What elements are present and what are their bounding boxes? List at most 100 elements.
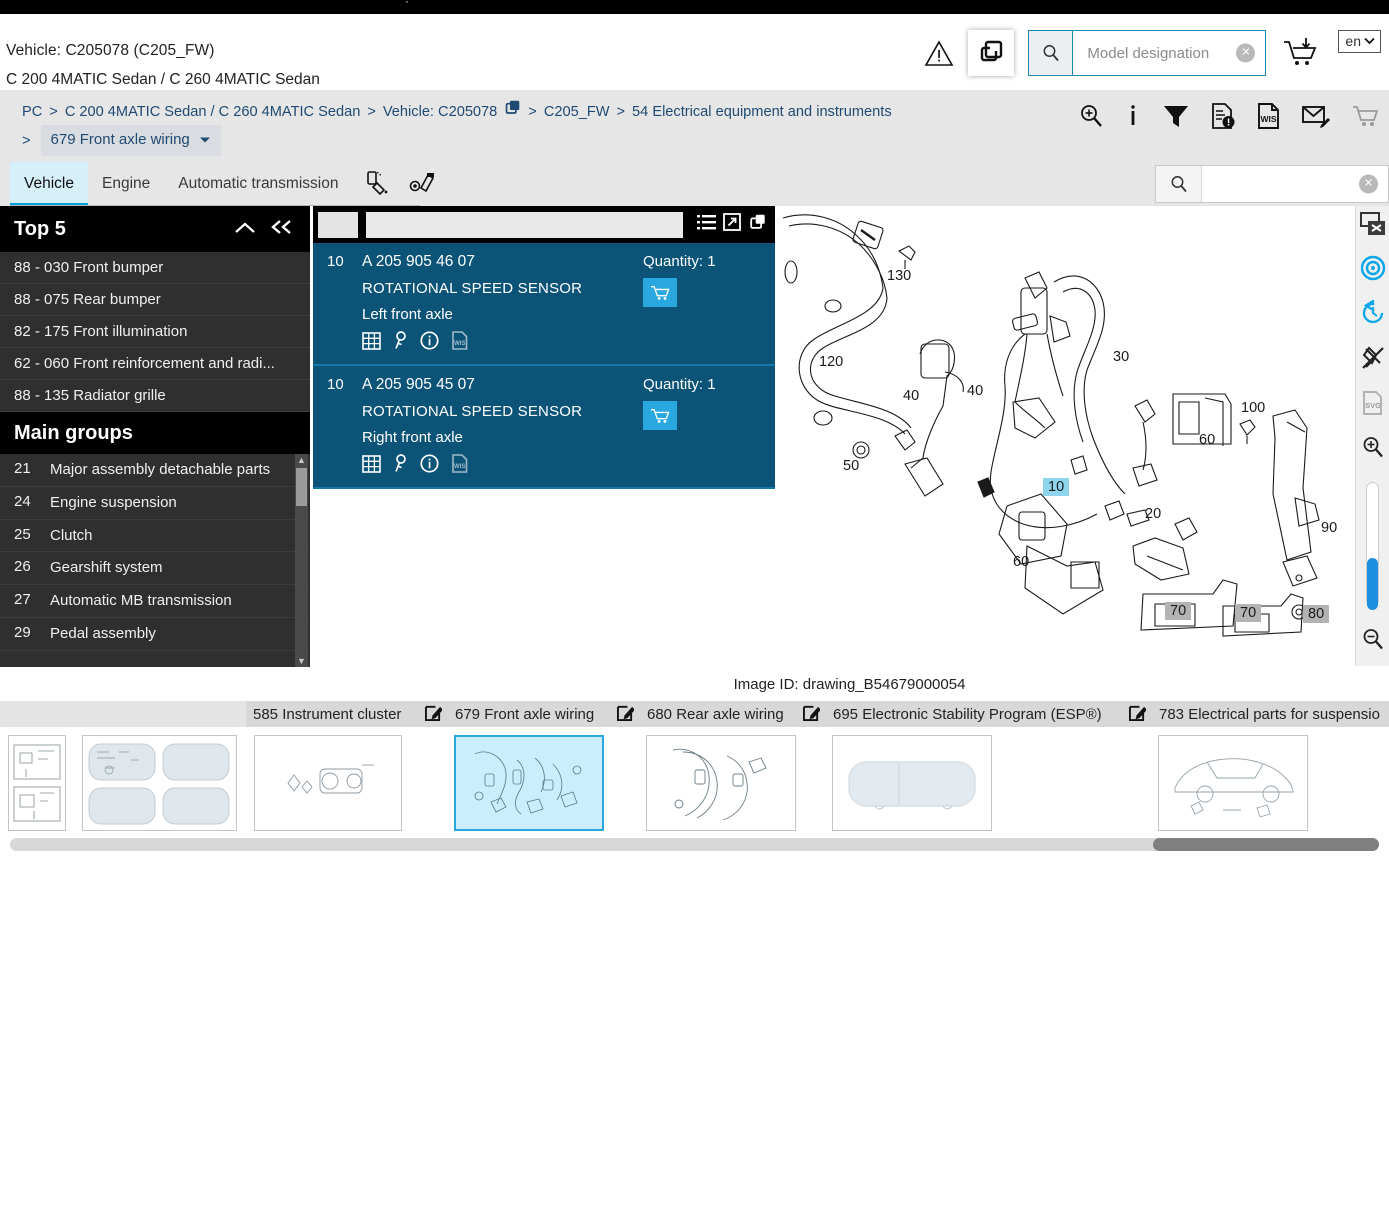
clear-x-icon[interactable]: ✕ (1236, 43, 1256, 63)
zoom-in-icon[interactable] (1078, 103, 1104, 129)
drawing-callout[interactable]: 90 (1321, 520, 1337, 536)
table-grid-icon[interactable] (362, 454, 381, 478)
wis-document-icon[interactable]: WIS (451, 454, 468, 478)
thumbnail-image[interactable] (82, 735, 237, 831)
drawing-callout[interactable]: 100 (1241, 400, 1265, 416)
drawing-callout[interactable]: 40 (967, 383, 983, 399)
wis-document-icon[interactable]: WIS (1256, 102, 1281, 130)
drawing-callout[interactable]: 120 (819, 354, 843, 370)
zoom-in-icon[interactable] (1361, 435, 1385, 464)
tab-automatic-transmission[interactable]: Automatic transmission (164, 162, 352, 206)
close-window-icon[interactable] (1359, 212, 1386, 241)
sidebar-top5-item[interactable]: 88 - 135 Radiator grille (0, 380, 310, 412)
thumbnail-item[interactable] (74, 701, 246, 831)
drawing-callout[interactable]: 70 (1235, 604, 1262, 622)
model-search[interactable]: Model designation ✕ (1028, 30, 1267, 76)
tab-engine[interactable]: Engine (88, 162, 164, 206)
sidebar-group-item[interactable]: 24 Engine suspension (0, 487, 310, 520)
drawing-callout[interactable]: 70 (1165, 602, 1192, 620)
target-focus-icon[interactable] (1360, 255, 1386, 286)
sidebar-group-item[interactable]: 26 Gearshift system (0, 552, 310, 586)
thumbnail-item[interactable]: 783 Electrical parts for suspensio (1152, 701, 1389, 831)
thumbnail-item[interactable]: 695 Electronic Stability Program (ESP®) (826, 701, 1152, 831)
drawing-callout[interactable]: 60 (1199, 432, 1215, 448)
thumbnail-image[interactable] (1158, 735, 1308, 831)
horizontal-scrollbar-thumb[interactable] (1153, 838, 1379, 851)
wis-document-icon[interactable]: WIS (451, 331, 468, 355)
info-icon[interactable] (1124, 103, 1142, 129)
drawing-callout[interactable]: 20 (1145, 506, 1161, 522)
drawing-viewer[interactable]: 130 120 40 40 30 50 100 60 10 20 60 90 7… (775, 206, 1389, 666)
chevron-up-icon[interactable] (234, 218, 256, 241)
info-circle-icon[interactable] (420, 331, 439, 355)
thumbnail-image[interactable] (832, 735, 992, 831)
key-icon[interactable] (393, 454, 408, 478)
edit-pencil-icon[interactable] (803, 704, 821, 725)
filter-icon[interactable] (1162, 103, 1190, 129)
scroll-up-arrow-icon[interactable]: ▲ (297, 455, 306, 465)
thumbnail-label-679[interactable]: 679 Front axle wiring (448, 701, 640, 727)
thumbnail-image[interactable] (646, 735, 796, 831)
sidebar-group-item[interactable]: 21 Major assembly detachable parts (0, 454, 310, 487)
clear-x-icon[interactable]: ✕ (1359, 174, 1378, 194)
drawing-callout-selected[interactable]: 10 (1043, 478, 1070, 496)
search-icon[interactable] (1029, 31, 1074, 75)
edit-pencil-icon[interactable] (1129, 704, 1147, 725)
zoom-out-icon[interactable] (1361, 627, 1385, 656)
cart-add-icon[interactable] (1280, 36, 1322, 70)
drawing-callout[interactable]: 30 (1113, 349, 1129, 365)
part-row[interactable]: 10 A 205 905 45 07 ROTATIONAL SPEED SENS… (313, 366, 775, 489)
info-circle-icon[interactable] (420, 454, 439, 478)
drawing-callout[interactable]: 130 (887, 268, 911, 284)
unpin-icon[interactable] (1360, 345, 1386, 376)
thumbnail-label-680[interactable]: 680 Rear axle wiring (640, 701, 826, 727)
thumbnail-image-selected[interactable] (454, 735, 604, 831)
thumbnail-label-695[interactable]: 695 Electronic Stability Program (ESP®) (826, 701, 1152, 727)
copy-icon[interactable] (504, 99, 521, 125)
scroll-down-arrow-icon[interactable]: ▼ (297, 656, 306, 666)
breadcrumb-item-vehicle[interactable]: Vehicle: C205078 (383, 99, 497, 125)
list-view-icon[interactable] (697, 214, 716, 236)
table-grid-icon[interactable] (362, 331, 381, 355)
sidebar-top5-item[interactable]: 88 - 075 Rear bumper (0, 284, 310, 316)
edit-pencil-icon[interactable] (425, 704, 443, 725)
key-icon[interactable] (393, 331, 408, 355)
edit-pencil-icon[interactable] (617, 704, 635, 725)
breadcrumb-item-pc[interactable]: PC (22, 99, 42, 125)
sidebar-top5-item[interactable]: 82 - 175 Front illumination (0, 316, 310, 348)
drawing-callout[interactable]: 50 (843, 458, 859, 474)
thumbnail-item[interactable]: 585 Instrument cluster (246, 701, 448, 831)
sidebar-group-item[interactable]: 25 Clutch (0, 520, 310, 553)
paint-spray-icon[interactable] (364, 169, 392, 200)
sidebar-group-item[interactable]: 29 Pedal assembly (0, 618, 310, 651)
page-search-input[interactable]: ✕ (1202, 166, 1388, 202)
part-row[interactable]: 10 A 205 905 46 07 ROTATIONAL SPEED SENS… (313, 243, 775, 366)
scrollbar-thumb[interactable] (296, 468, 307, 506)
search-icon[interactable] (1156, 166, 1202, 202)
reset-history-icon[interactable] (1360, 298, 1386, 331)
copy-button[interactable] (968, 30, 1015, 76)
parts-header-field-left[interactable] (318, 211, 358, 238)
thumbnail-label-585[interactable]: 585 Instrument cluster (246, 701, 448, 727)
thumbnail-item-selected[interactable]: 679 Front axle wiring (448, 701, 640, 831)
page-search[interactable]: ✕ (1155, 165, 1389, 203)
add-to-cart-button[interactable] (643, 401, 677, 430)
warning-triangle-icon[interactable] (924, 38, 954, 68)
copy-icon[interactable] (748, 213, 767, 236)
chevron-double-left-icon[interactable] (270, 218, 294, 241)
zoom-slider[interactable] (1366, 482, 1379, 610)
sidebar-top5-item[interactable]: 88 - 030 Front bumper (0, 252, 310, 284)
expand-icon[interactable] (723, 213, 741, 236)
add-to-cart-button[interactable] (643, 278, 677, 307)
sidebar-group-item[interactable]: 27 Automatic MB transmission (0, 585, 310, 618)
cart-icon[interactable] (1351, 103, 1379, 129)
thumbnail-image[interactable] (254, 735, 402, 831)
thumbnail-item[interactable]: 680 Rear axle wiring (640, 701, 826, 831)
tab-vehicle[interactable]: Vehicle (10, 162, 88, 206)
mail-edit-icon[interactable] (1301, 103, 1331, 129)
horizontal-scrollbar[interactable] (10, 838, 1379, 851)
sidebar-top5-item[interactable]: 62 - 060 Front reinforcement and radi... (0, 348, 310, 380)
breadcrumb-item-model[interactable]: C 200 4MATIC Sedan / C 260 4MATIC Sedan (65, 99, 361, 125)
parts-header-field-main[interactable] (366, 211, 683, 238)
breadcrumb-item-chassis[interactable]: C205_FW (544, 99, 610, 125)
